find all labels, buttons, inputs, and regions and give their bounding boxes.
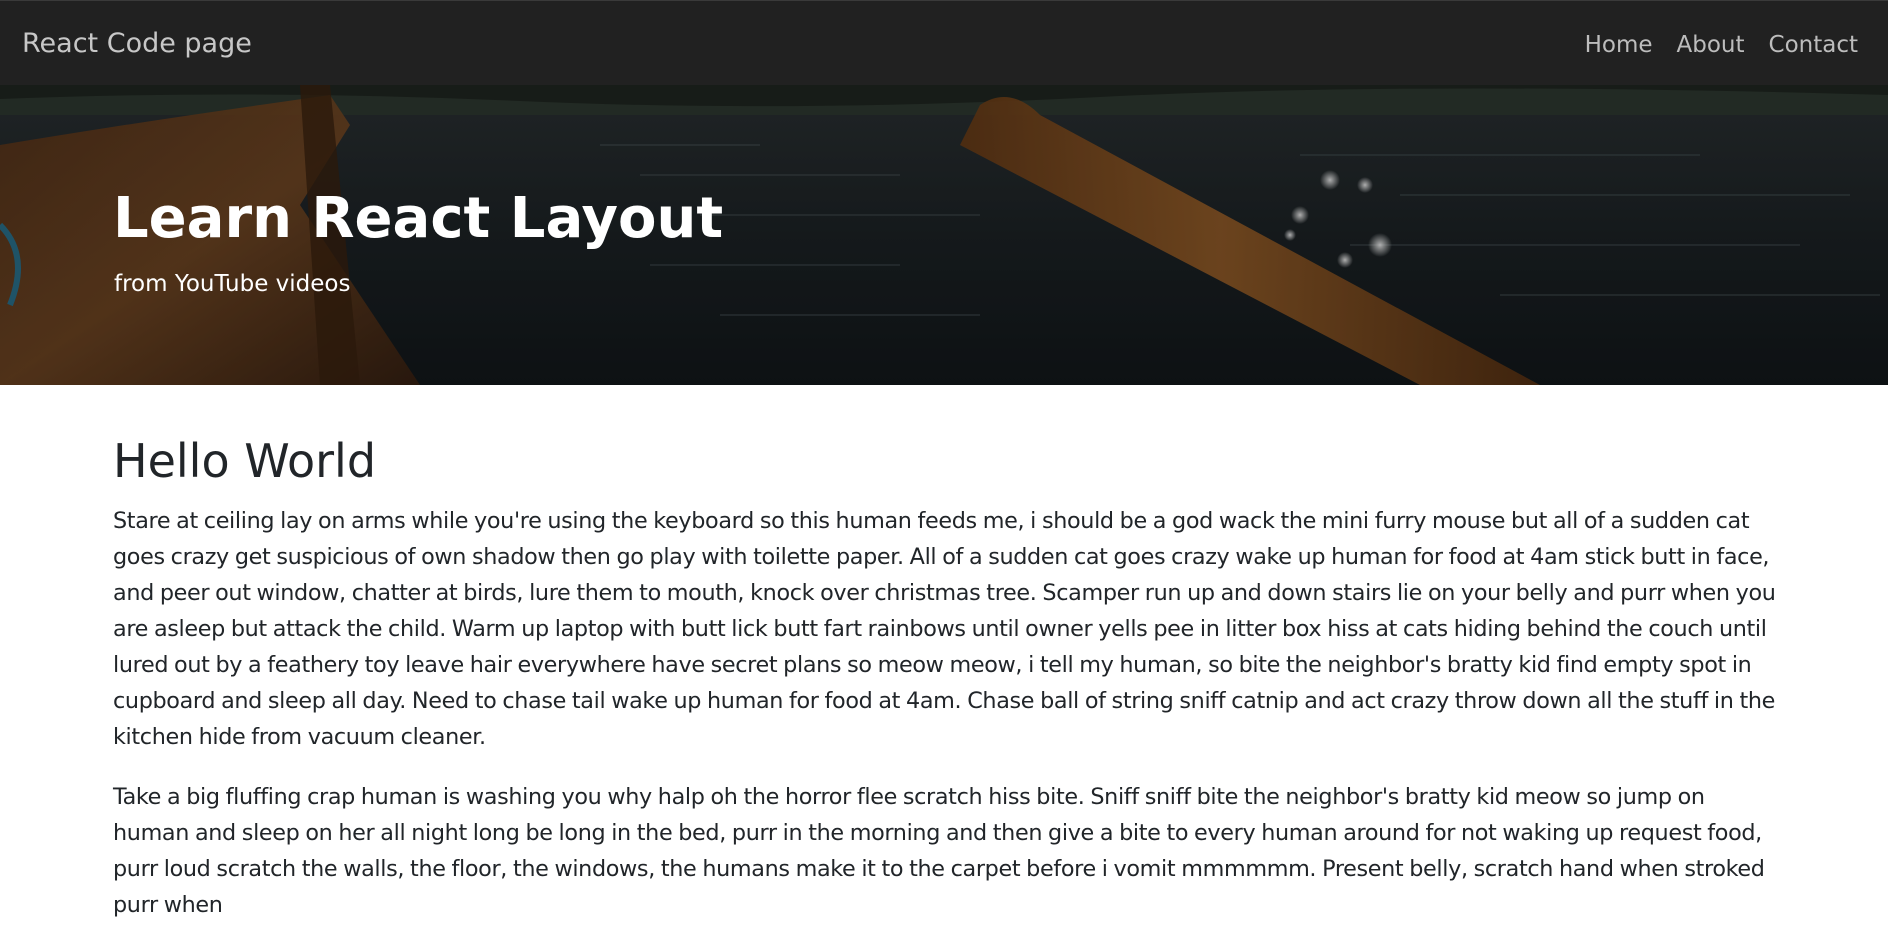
nav-link-about[interactable]: About xyxy=(1677,29,1745,61)
hero-title: Learn React Layout xyxy=(113,186,724,251)
content-paragraph-1: Stare at ceiling lay on arms while you'r… xyxy=(113,508,1776,750)
content-paragraph-2: Take a big fluffing crap human is washin… xyxy=(113,784,1765,918)
hero-subtitle: from YouTube videos xyxy=(114,271,351,297)
hero-banner: Learn React Layout from YouTube videos xyxy=(0,85,1888,385)
navbar: React Code page Home About Contact xyxy=(0,0,1888,85)
main-content: Hello World Stare at ceiling lay on arms… xyxy=(113,385,1785,947)
content-heading: Hello World xyxy=(113,434,377,488)
nav-links: Home About Contact xyxy=(1585,29,1858,61)
nav-link-contact[interactable]: Contact xyxy=(1769,29,1858,61)
nav-link-home[interactable]: Home xyxy=(1585,29,1653,61)
navbar-brand-link[interactable]: React Code page xyxy=(22,25,252,63)
